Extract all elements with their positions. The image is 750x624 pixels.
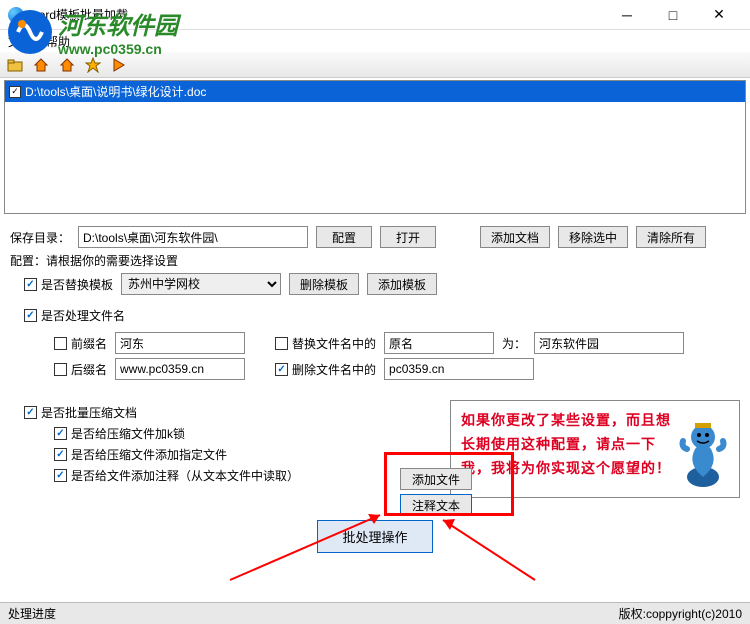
- clear-all-button[interactable]: 清除所有: [636, 226, 706, 248]
- minimize-button[interactable]: ─: [604, 0, 650, 30]
- annotation-checkbox[interactable]: ✓是否给文件添加注释（从文本文件中读取）: [54, 467, 299, 484]
- toolbar-run-icon[interactable]: [110, 56, 128, 74]
- file-row[interactable]: ✓ D:\tools\桌面\说明书\绿化设计.doc: [5, 81, 745, 102]
- file-row-checkbox[interactable]: ✓: [9, 86, 21, 98]
- toolbar: [0, 52, 750, 78]
- orig-name-input[interactable]: [384, 332, 494, 354]
- to-label: 为：: [502, 335, 526, 352]
- add-file-button[interactable]: 添加文件: [400, 468, 472, 490]
- replace-in-name-checkbox[interactable]: 替换文件名中的: [275, 335, 376, 352]
- remove-selected-button[interactable]: 移除选中: [558, 226, 628, 248]
- config-button[interactable]: 配置: [316, 226, 372, 248]
- annotation-button[interactable]: 注释文本: [400, 494, 472, 516]
- toolbar-open-icon[interactable]: [6, 56, 24, 74]
- toolbar-home2-icon[interactable]: [58, 56, 76, 74]
- prefix-checkbox[interactable]: 前缀名: [54, 335, 107, 352]
- template-select[interactable]: 苏州中学网校: [121, 273, 281, 295]
- add-template-button[interactable]: 添加模板: [367, 273, 437, 295]
- app-icon: [8, 7, 24, 23]
- batch-process-button[interactable]: 批处理操作: [317, 520, 432, 553]
- menubar: 文件 帮助: [0, 30, 750, 52]
- tip-box[interactable]: 如果你更改了某些设置，而且想长期使用这种配置，请点一下我，我将为你实现这个愿望的…: [450, 400, 740, 498]
- menu-file[interactable]: 文件: [8, 33, 32, 50]
- batch-compress-checkbox[interactable]: ✓是否批量压缩文档: [24, 404, 137, 421]
- window-title: word模板批量加载: [30, 6, 604, 23]
- open-button[interactable]: 打开: [380, 226, 436, 248]
- new-name-input[interactable]: [534, 332, 684, 354]
- save-dir-input[interactable]: [78, 226, 308, 248]
- file-list[interactable]: ✓ D:\tools\桌面\说明书\绿化设计.doc: [4, 80, 746, 214]
- delete-template-button[interactable]: 删除模板: [289, 273, 359, 295]
- replace-template-checkbox[interactable]: ✓是否替换模板: [24, 276, 113, 293]
- add-file-checkbox[interactable]: ✓是否给压缩文件添加指定文件: [54, 446, 227, 463]
- status-copyright: 版权:coppyright(c)2010: [619, 605, 742, 622]
- titlebar: word模板批量加载 ─ □ ✕: [0, 0, 750, 30]
- tip-text: 如果你更改了某些设置，而且想长期使用这种配置，请点一下我，我将为你实现这个愿望的…: [461, 409, 671, 489]
- close-button[interactable]: ✕: [696, 0, 742, 30]
- lock-checkbox[interactable]: ✓是否给压缩文件加k锁: [54, 425, 185, 442]
- maximize-button[interactable]: □: [650, 0, 696, 30]
- menu-help[interactable]: 帮助: [46, 33, 70, 50]
- add-doc-button[interactable]: 添加文档: [480, 226, 550, 248]
- toolbar-home1-icon[interactable]: [32, 56, 50, 74]
- status-progress: 处理进度: [8, 605, 56, 622]
- status-bar: 处理进度 版权:coppyright(c)2010: [0, 602, 750, 624]
- delete-in-name-checkbox[interactable]: ✓删除文件名中的: [275, 361, 376, 378]
- genie-icon: [677, 409, 729, 489]
- delete-in-name-input[interactable]: [384, 358, 534, 380]
- config-hint: 配置：请根据你的需要选择设置: [10, 252, 178, 269]
- toolbar-star-icon[interactable]: [84, 56, 102, 74]
- file-row-path: D:\tools\桌面\说明书\绿化设计.doc: [25, 83, 206, 100]
- save-dir-label: 保存目录：: [10, 229, 70, 246]
- suffix-checkbox[interactable]: 后缀名: [54, 361, 107, 378]
- prefix-input[interactable]: [115, 332, 245, 354]
- suffix-input[interactable]: [115, 358, 245, 380]
- process-filename-checkbox[interactable]: ✓是否处理文件名: [24, 307, 125, 324]
